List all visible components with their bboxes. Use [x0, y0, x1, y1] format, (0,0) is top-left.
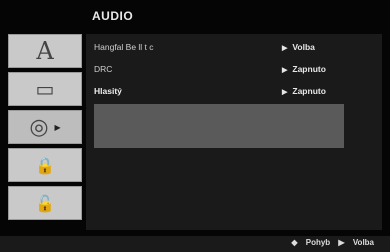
lock-icon: 🔒: [35, 155, 55, 175]
selected-arrow-icon: ▶: [54, 122, 61, 132]
arrow-right-icon: ▶: [282, 67, 288, 74]
unlock-icon: 🔓: [35, 193, 55, 213]
sidebar-tab-language[interactable]: A: [8, 34, 82, 68]
menu-row-value: ▶ Zapnuto: [282, 86, 326, 96]
sidebar-tab-other[interactable]: 🔓: [8, 186, 82, 220]
menu-row-label: Hangfal Be ll t c: [94, 42, 154, 52]
nav-hint: ◆ Pohyb ▶ Volba: [285, 238, 374, 247]
menu-row-value: ▶ Zapnuto: [282, 64, 326, 74]
menu-row-value: ▶ Volba: [282, 42, 315, 52]
settings-screen: AUDIO A ▭ ◎ ▶ 🔒 🔓 Hangfal Be ll t c ▶ Vol…: [0, 0, 390, 252]
select-label: Volba: [352, 238, 374, 247]
move-icon: ◆: [291, 238, 298, 247]
arrow-right-icon: ▶: [282, 89, 288, 96]
move-label: Pohyb: [305, 238, 331, 247]
select-icon: ▶: [338, 238, 345, 247]
menu-row-vocal[interactable]: Hlasitý ▶ Zapnuto: [94, 82, 374, 100]
sidebar: A ▭ ◎ ▶ 🔒 🔓: [8, 34, 82, 230]
footer-bar: ◆ Pohyb ▶ Volba: [0, 236, 390, 252]
menu-row-label: Hlasitý: [94, 86, 122, 96]
arrow-right-icon: ▶: [282, 45, 288, 52]
sidebar-tab-lock[interactable]: 🔒: [8, 148, 82, 182]
menu-row-speaker[interactable]: Hangfal Be ll t c ▶ Volba: [94, 38, 374, 56]
settings-panel: Hangfal Be ll t c ▶ Volba DRC ▶ Zapnuto Hl…: [86, 34, 382, 230]
page-title: AUDIO: [92, 9, 134, 23]
submenu-area: [94, 104, 344, 148]
sidebar-tab-audio[interactable]: ◎ ▶: [8, 110, 82, 144]
menu-row-drc[interactable]: DRC ▶ Zapnuto: [94, 60, 374, 78]
sphere-icon: ◎: [29, 114, 49, 140]
menu-row-label: DRC: [94, 64, 113, 74]
screen-icon: ▭: [35, 77, 55, 101]
letter-a-icon: A: [36, 37, 54, 65]
sidebar-tab-display[interactable]: ▭: [8, 72, 82, 106]
